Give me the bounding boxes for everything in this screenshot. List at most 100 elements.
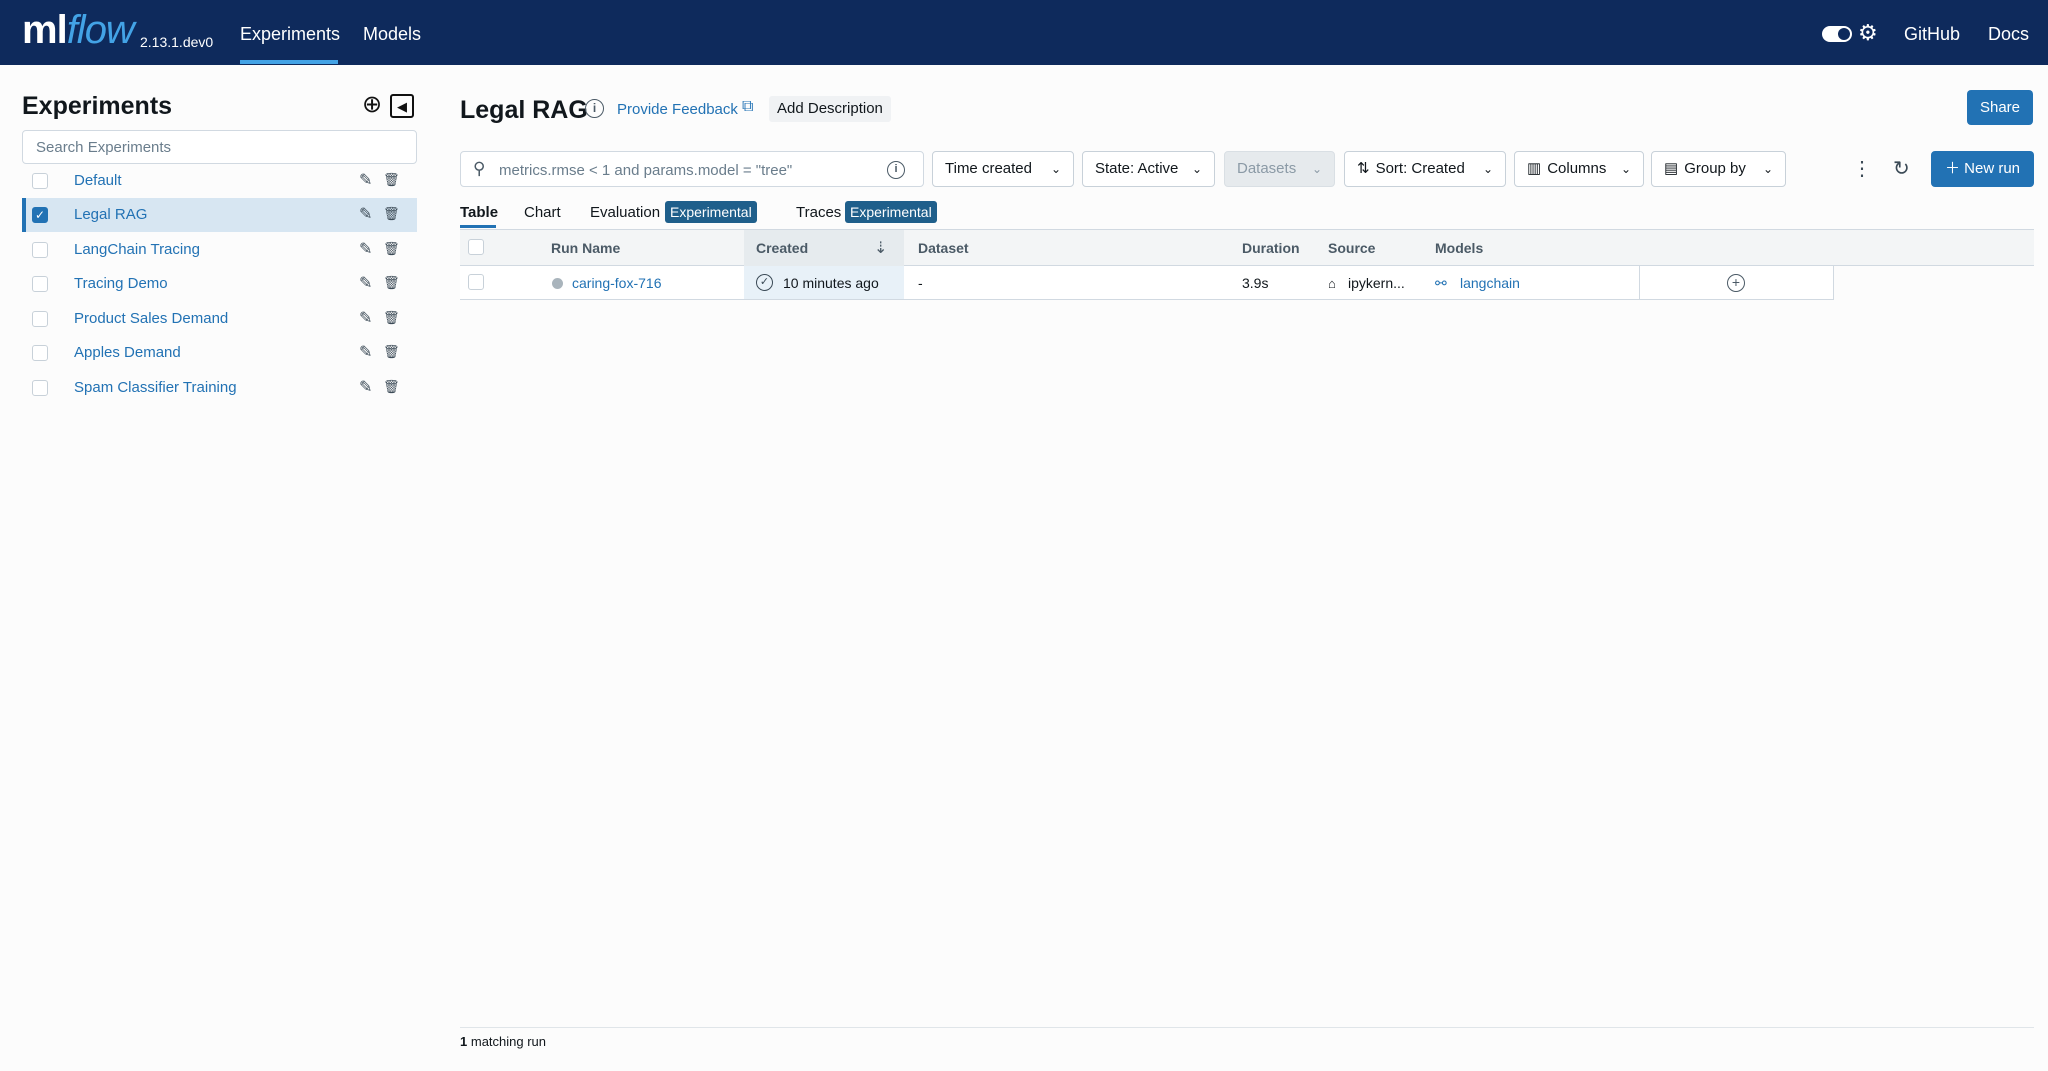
column-header-duration[interactable]: Duration [1242, 240, 1300, 256]
search-info-icon[interactable]: i [887, 161, 905, 179]
run-search-input[interactable]: ⚲ metrics.rmse < 1 and params.model = "t… [460, 151, 924, 187]
experiment-search-input[interactable] [22, 130, 417, 164]
column-header-run-name[interactable]: Run Name [551, 240, 620, 256]
add-column-icon[interactable]: + [1727, 274, 1745, 292]
model-link[interactable]: langchain [1460, 275, 1520, 291]
column-header-models[interactable]: Models [1435, 240, 1483, 256]
chevron-down-icon: ⌄ [1482, 162, 1493, 176]
external-link-icon[interactable]: ⧉ [742, 98, 753, 116]
pencil-icon[interactable]: ✎ [359, 170, 372, 190]
table-row[interactable]: caring-fox-716 ✓ 10 minutes ago - 3.9s ⌂… [460, 266, 1834, 300]
pencil-icon[interactable]: ✎ [359, 377, 372, 397]
more-options-icon[interactable]: ⋮ [1852, 156, 1872, 181]
tab-chart[interactable]: Chart [524, 204, 561, 221]
experiment-item-legal-rag[interactable]: ✓ Legal RAG ✎ 🗑 [22, 198, 417, 232]
nav-models[interactable]: Models [363, 24, 421, 45]
created-value: 10 minutes ago [783, 275, 879, 291]
pencil-icon[interactable]: ✎ [359, 273, 372, 293]
run-name-link[interactable]: caring-fox-716 [572, 275, 662, 291]
columns-dropdown[interactable]: ▥ Columns ⌄ [1514, 151, 1644, 187]
info-icon[interactable]: i [585, 99, 604, 118]
columns-icon: ▥ [1527, 160, 1542, 177]
pencil-icon[interactable]: ✎ [359, 308, 372, 328]
experiment-checkbox[interactable] [32, 311, 48, 327]
sort-icon: ⇅ [1357, 160, 1370, 177]
experiment-name[interactable]: LangChain Tracing [74, 241, 200, 258]
experiment-item-langchain-tracing[interactable]: LangChain Tracing ✎ 🗑 [22, 233, 417, 267]
experiment-name[interactable]: Tracing Demo [74, 275, 168, 292]
version-label: 2.13.1.dev0 [140, 34, 214, 50]
source-value[interactable]: ipykern... [1348, 275, 1405, 291]
datasets-filter-dropdown[interactable]: Datasets ⌄ [1224, 151, 1335, 187]
pencil-icon[interactable]: ✎ [359, 342, 372, 362]
nav-experiments[interactable]: Experiments [240, 24, 340, 45]
new-run-button[interactable]: ＋ New run [1931, 151, 2034, 187]
sort-dropdown[interactable]: ⇅ Sort: Created ⌄ [1344, 151, 1506, 187]
trash-icon[interactable]: 🗑 [383, 206, 400, 222]
tab-evaluation[interactable]: Evaluation [590, 204, 660, 221]
nav-github[interactable]: GitHub [1904, 24, 1960, 45]
sort-label: Sort: Created [1375, 160, 1465, 177]
experiment-name[interactable]: Apples Demand [74, 344, 181, 361]
mlflow-logo[interactable]: mlflow [22, 8, 135, 53]
trash-icon[interactable]: 🗑 [383, 275, 400, 291]
experiment-name[interactable]: Legal RAG [74, 206, 147, 223]
trash-icon[interactable]: 🗑 [383, 379, 400, 395]
chevron-down-icon: ⌄ [1762, 162, 1773, 176]
column-header-created[interactable]: Created [756, 240, 808, 256]
experiment-checkbox[interactable] [32, 173, 48, 189]
experiment-checkbox[interactable]: ✓ [32, 207, 48, 223]
experiment-checkbox[interactable] [32, 345, 48, 361]
search-query-text[interactable]: metrics.rmse < 1 and params.model = "tre… [499, 162, 792, 179]
matching-runs-count: 1 matching run [460, 1034, 546, 1049]
pencil-icon[interactable]: ✎ [359, 204, 372, 224]
row-checkbox[interactable] [468, 274, 484, 290]
create-experiment-icon[interactable]: ⊕ [359, 93, 385, 119]
select-all-checkbox[interactable] [468, 239, 484, 255]
column-header-dataset[interactable]: Dataset [918, 240, 969, 256]
experiment-checkbox[interactable] [32, 242, 48, 258]
column-header-source[interactable]: Source [1328, 240, 1375, 256]
experiment-name[interactable]: Product Sales Demand [74, 310, 228, 327]
state-filter-dropdown[interactable]: State: Active ⌄ [1082, 151, 1215, 187]
experimental-badge: Experimental [665, 201, 757, 223]
group-by-dropdown[interactable]: ▤ Group by ⌄ [1651, 151, 1786, 187]
nav-docs[interactable]: Docs [1988, 24, 2029, 45]
run-status-dot [552, 278, 563, 289]
tab-table[interactable]: Table [460, 204, 498, 221]
column-separator [1639, 266, 1640, 300]
columns-label: Columns [1547, 160, 1607, 177]
add-description-button[interactable]: Add Description [769, 96, 891, 122]
refresh-icon[interactable]: ↻ [1893, 156, 1910, 181]
experiment-name[interactable]: Spam Classifier Training [74, 379, 237, 396]
experiment-checkbox[interactable] [32, 380, 48, 396]
chevron-down-icon: ⌄ [1050, 162, 1061, 176]
experiment-name[interactable]: Default [74, 172, 122, 189]
experiment-item-apples-demand[interactable]: Apples Demand ✎ 🗑 [22, 336, 417, 370]
experiment-checkbox[interactable] [32, 276, 48, 292]
experiment-item-tracing-demo[interactable]: Tracing Demo ✎ 🗑 [22, 267, 417, 301]
experiment-item-default[interactable]: Default ✎ 🗑 [22, 164, 417, 198]
dark-mode-toggle[interactable] [1822, 26, 1852, 42]
time-created-dropdown[interactable]: Time created ⌄ [932, 151, 1074, 187]
experimental-badge: Experimental [845, 201, 937, 223]
collapse-sidebar-icon[interactable]: ◀ [390, 94, 414, 118]
share-button[interactable]: Share [1967, 90, 2033, 125]
gear-icon[interactable]: ⚙ [1858, 20, 1878, 46]
trash-icon[interactable]: 🗑 [383, 172, 400, 188]
experiment-item-spam-classifier-training[interactable]: Spam Classifier Training ✎ 🗑 [22, 371, 417, 405]
chevron-down-icon: ⌄ [1620, 162, 1631, 176]
footer-divider [460, 1027, 2034, 1028]
search-icon: ⚲ [473, 159, 486, 178]
experiment-item-product-sales-demand[interactable]: Product Sales Demand ✎ 🗑 [22, 302, 417, 336]
group-by-icon: ▤ [1664, 160, 1679, 177]
sort-descending-icon[interactable]: ⇣ [874, 238, 887, 258]
trash-icon[interactable]: 🗑 [383, 310, 400, 326]
experiments-sidebar: Experiments ⊕ ◀ Default ✎ 🗑 ✓ Legal RAG … [0, 65, 430, 1071]
tab-traces[interactable]: Traces [796, 204, 841, 221]
trash-icon[interactable]: 🗑 [383, 344, 400, 360]
provide-feedback-link[interactable]: Provide Feedback [617, 101, 738, 118]
pencil-icon[interactable]: ✎ [359, 239, 372, 259]
dataset-value: - [918, 275, 923, 291]
trash-icon[interactable]: 🗑 [383, 241, 400, 257]
